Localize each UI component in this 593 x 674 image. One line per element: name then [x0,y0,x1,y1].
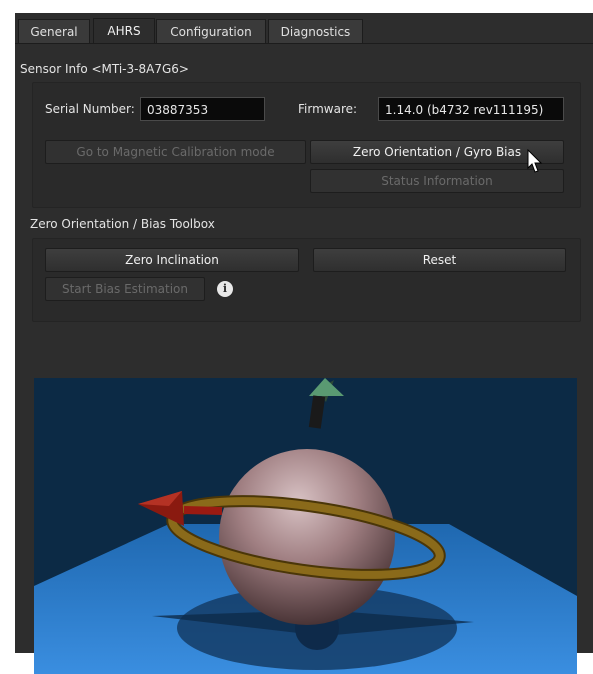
tab-content: Sensor Info <MTi-3-8A7G6> Serial Number:… [15,43,593,674]
firmware-field[interactable]: 1.14.0 (b4732 rev111195) [378,97,564,121]
start-bias-estimation-button[interactable]: Start Bias Estimation [45,277,205,301]
sensor-info-heading: Sensor Info <MTi-3-8A7G6> [20,62,189,76]
magnetic-calibration-button[interactable]: Go to Magnetic Calibration mode [45,140,306,164]
tab-diagnostics[interactable]: Diagnostics [268,19,363,43]
toolbox-group: Zero Inclination Reset Start Bias Estima… [32,238,581,322]
serial-number-label: Serial Number: [45,102,135,116]
status-information-button[interactable]: Status Information [310,169,564,193]
serial-number-field[interactable]: 03887353 [140,97,265,121]
firmware-label: Firmware: [298,102,358,116]
orientation-scene [34,378,577,674]
tab-general[interactable]: General [18,19,90,43]
ahrs-panel: General AHRS Configuration Diagnostics S… [15,13,593,674]
x-axis-shaft [183,506,223,515]
zero-orientation-button[interactable]: Zero Orientation / Gyro Bias [310,140,564,164]
orientation-3d-view[interactable] [34,378,577,674]
toolbox-heading: Zero Orientation / Bias Toolbox [30,217,215,231]
tab-ahrs[interactable]: AHRS [93,18,155,44]
tab-configuration[interactable]: Configuration [156,19,266,43]
zero-inclination-button[interactable]: Zero Inclination [45,248,299,272]
z-axis-arrow [309,378,344,396]
tab-bar: General AHRS Configuration Diagnostics [15,13,593,44]
orientation-sphere [219,449,395,625]
z-axis-shaft [308,395,326,429]
sensor-info-group: Serial Number: 03887353 Firmware: 1.14.0… [32,82,581,208]
info-icon[interactable]: i [217,281,233,297]
mouse-cursor-icon [527,149,543,173]
reset-button[interactable]: Reset [313,248,566,272]
